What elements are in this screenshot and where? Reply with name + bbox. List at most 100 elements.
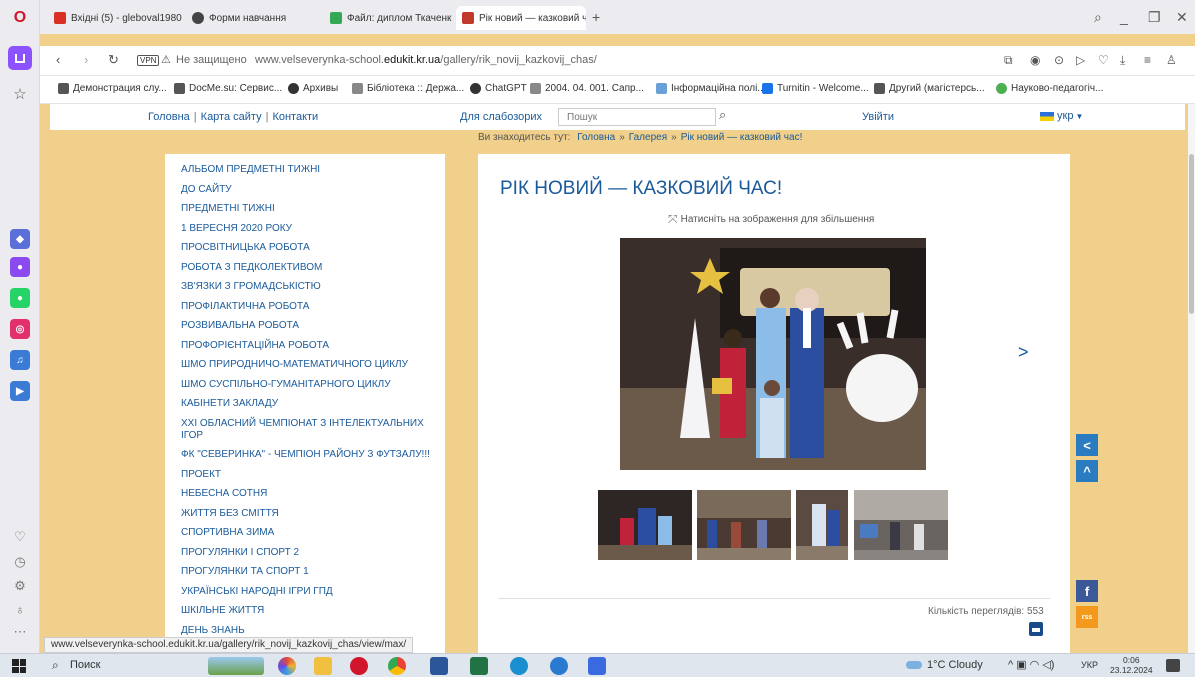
menu-item[interactable]: ФК "Северинка" - чемпіон району з футзал… <box>181 449 435 461</box>
menu-item[interactable]: Альбом предметні тижні <box>181 164 435 176</box>
link-sitemap[interactable]: Карта сайту <box>201 111 262 123</box>
menu-item[interactable]: Шкільне життя <box>181 605 435 617</box>
lightbulb-icon[interactable]: ♁ <box>10 599 30 619</box>
bookmark-item[interactable]: Другий (магістерсь... <box>874 83 985 94</box>
bookmark-item[interactable]: Turnitin - Welcome... <box>762 83 869 94</box>
download-icon[interactable]: ⤓ <box>1120 53 1125 68</box>
app-icon[interactable] <box>588 657 606 675</box>
tab-diploma[interactable]: Файл: диплом Ткаченко <box>324 6 452 30</box>
app-icon[interactable] <box>550 657 568 675</box>
more-icon[interactable]: ⋯ <box>10 622 30 642</box>
menu-item[interactable]: До сайту <box>181 184 435 196</box>
menu-item[interactable]: Предметні тижні <box>181 203 435 215</box>
bookmark-item[interactable]: DocMe.su: Сервис... <box>174 83 282 94</box>
scrollbar-thumb[interactable] <box>1189 154 1194 314</box>
menu-item[interactable]: 1 вересня 2020 року <box>181 223 435 235</box>
system-tray[interactable]: ^ ▣ ◠ ◁) <box>1008 658 1054 671</box>
menu-item[interactable]: Життя без сміття <box>181 508 435 520</box>
bookmark-item[interactable]: Архивы <box>288 83 338 94</box>
menu-item[interactable]: Розвивальна робота <box>181 320 435 332</box>
menu-item[interactable]: Робота з педколективом <box>181 262 435 274</box>
opera-taskbar-icon[interactable] <box>350 657 368 675</box>
clock[interactable]: 0:06 23.12.2024 <box>1110 655 1153 675</box>
vpn-badge[interactable]: VPN <box>137 55 160 66</box>
reload-icon[interactable]: ↻ <box>108 52 119 68</box>
warning-triangle-icon[interactable]: ⚠ <box>161 53 171 66</box>
menu-item[interactable]: Проект <box>181 469 435 481</box>
link-home[interactable]: Головна <box>148 111 190 123</box>
menu-item[interactable]: Кабінети закладу <box>181 398 435 410</box>
history-icon[interactable]: ◷ <box>10 552 30 572</box>
login-link[interactable]: Увійти <box>862 111 894 123</box>
forward-arrow-icon[interactable]: › <box>84 52 88 67</box>
thumbnail[interactable] <box>796 490 848 560</box>
next-photo-button[interactable]: > <box>1018 342 1029 363</box>
thumbnail[interactable] <box>598 490 692 560</box>
whatsapp-icon[interactable]: ● <box>10 288 30 308</box>
windows-start-icon[interactable] <box>12 659 26 673</box>
tab-forms[interactable]: Форми навчання <box>186 6 318 30</box>
weather-widget[interactable]: 1°C Cloudy <box>906 659 983 671</box>
tab-search-icon[interactable]: ⌕ <box>1094 9 1102 26</box>
chrome-icon[interactable] <box>388 657 406 675</box>
bookmark-item[interactable]: ChatGPT <box>470 83 527 94</box>
heart-icon[interactable]: ♡ <box>10 527 30 547</box>
player-icon[interactable]: ▶ <box>10 381 30 401</box>
menu-item[interactable]: ШМО суспільно-гуманітарного циклу <box>181 379 435 391</box>
input-language[interactable]: УКР <box>1081 660 1098 670</box>
photos-app-icon[interactable] <box>278 657 296 675</box>
bookmark-item[interactable]: Демонстрация слу... <box>58 83 167 94</box>
search-input[interactable] <box>558 108 716 126</box>
notification-icon[interactable] <box>1166 659 1180 672</box>
breadcrumb-current[interactable]: Рік новий — казковий час! <box>681 132 803 143</box>
main-gallery-photo[interactable] <box>620 238 926 470</box>
language-selector[interactable]: укр ▼ <box>1040 110 1083 122</box>
menu-item[interactable]: ШМО природничо-математичного циклу <box>181 359 435 371</box>
menu-item[interactable]: Небесна сотня <box>181 488 435 500</box>
menu-item[interactable]: Спортивна зима <box>181 527 435 539</box>
minimize-icon[interactable]: _ <box>1120 9 1128 25</box>
back-arrow-icon[interactable]: ‹ <box>56 52 60 67</box>
taskbar-search[interactable]: Поиск <box>70 659 100 671</box>
menu-item[interactable]: Прогулянки і спорт 2 <box>181 547 435 559</box>
send-icon[interactable]: ▷ <box>1076 53 1085 67</box>
menu-item[interactable]: Просвітницька робота <box>181 242 435 254</box>
easy-setup-icon[interactable]: ≡ <box>1144 53 1151 67</box>
rss-icon[interactable]: rss <box>1076 606 1098 628</box>
screenshot-icon[interactable]: ⧉ <box>1004 53 1013 68</box>
menu-item[interactable]: Профілактична робота <box>181 301 435 313</box>
thumbnail[interactable] <box>854 490 948 560</box>
opera-logo-icon[interactable]: O <box>8 6 32 30</box>
bookmark-item[interactable]: 2004. 04. 001. Сапр... <box>530 83 644 94</box>
print-icon[interactable] <box>1029 622 1043 636</box>
menu-item[interactable]: Зв'язки з громадськістю <box>181 281 435 293</box>
menu-item[interactable]: Профорієнтаційна робота <box>181 340 435 352</box>
bookmarks-star-icon[interactable]: ☆ <box>8 82 32 106</box>
facebook-icon[interactable]: f <box>1076 580 1098 602</box>
file-explorer-icon[interactable] <box>314 657 332 675</box>
bookmark-item[interactable]: Бібліотека :: Держа... <box>352 83 464 94</box>
excel-icon[interactable] <box>470 657 488 675</box>
restore-icon[interactable]: ❐ <box>1148 9 1161 26</box>
instagram-icon[interactable]: ◎ <box>10 319 30 339</box>
search-icon[interactable]: ⌕ <box>52 658 59 673</box>
music-player-icon[interactable]: ♫ <box>10 350 30 370</box>
not-secure-label[interactable]: Не защищено <box>176 54 247 66</box>
url-field[interactable]: www.velseverynka-school.edukit.kr.ua/gal… <box>255 54 597 66</box>
page-scrollbar[interactable] <box>1188 104 1195 653</box>
profile-icon[interactable]: ♙ <box>1166 53 1177 67</box>
tab-active-gallery[interactable]: Рік новий — казковий ча ✕ <box>456 6 586 30</box>
menu-item[interactable]: Прогулянки та спорт 1 <box>181 566 435 578</box>
menu-item[interactable]: XXI обласний чемпіонат з інтелектуальних… <box>181 418 435 442</box>
thumbnail[interactable] <box>697 490 791 560</box>
shield-icon[interactable]: ⊙ <box>1054 53 1064 67</box>
aria-app-icon[interactable]: ◆ <box>10 229 30 249</box>
search-icon[interactable]: ⌕ <box>719 107 726 123</box>
app-icon[interactable] <box>510 657 528 675</box>
breadcrumb-home[interactable]: Головна <box>577 132 615 143</box>
heart-icon[interactable]: ♡ <box>1098 53 1109 67</box>
settings-gear-icon[interactable]: ⚙ <box>10 576 30 596</box>
widgets-icon[interactable] <box>208 657 264 675</box>
bookmark-item[interactable]: Інформаційна полі... <box>656 83 766 94</box>
bookmark-item[interactable]: Науково-педагогіч... <box>996 83 1103 94</box>
